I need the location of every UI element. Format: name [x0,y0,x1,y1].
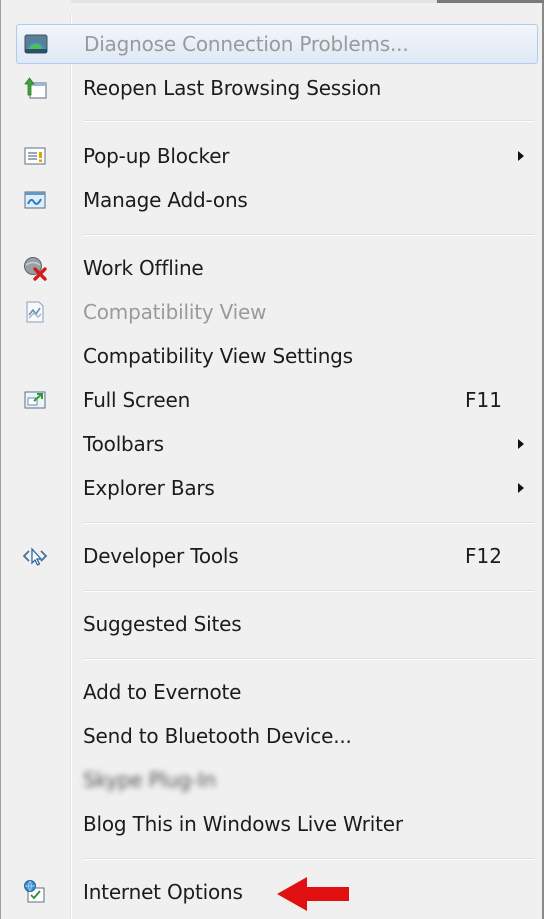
menu-item-label: Send to Bluetooth Device... [83,724,352,748]
menu-item-label: Compatibility View Settings [83,344,353,368]
manage-addons-icon [24,191,46,209]
menu-item-label: Reopen Last Browsing Session [83,76,382,100]
menu-item-diagnose-connection-problems[interactable]: Diagnose Connection Problems... [16,24,538,64]
menu-item-blog-this-in-windows-live-writer[interactable]: Blog This in Windows Live Writer [16,804,538,844]
menu-item-explorer-bars[interactable]: Explorer Bars [16,468,538,508]
menu-item-label: Explorer Bars [83,476,215,500]
menu-separator [83,234,534,236]
menu-item-manage-addons[interactable]: Manage Add-ons [16,180,538,220]
diagnose-connection-icon [24,34,48,54]
menu-item-label: Full Screen [83,388,191,412]
menu-item-label: Developer Tools [83,544,239,568]
popup-blocker-icon [24,147,46,165]
menu-top-edge-nub [437,0,544,3]
shortcut-text: F11 [465,388,502,412]
submenu-arrow-icon [518,439,524,449]
menu-item-label: Internet Options [83,880,243,904]
menu-item-label: Skype Plug-In [83,768,216,792]
developer-tools-icon [22,547,48,566]
menu-separator [83,120,534,122]
menu-item-blurred[interactable]: Skype Plug-In [16,760,538,800]
menu-item-suggested-sites[interactable]: Suggested Sites [16,604,538,644]
menu-item-toolbars[interactable]: Toolbars [16,424,538,464]
reopen-session-icon [24,77,47,99]
menu-separator [83,590,534,592]
menu-separator [83,858,534,860]
full-screen-icon [24,391,46,409]
menu-item-popup-blocker[interactable]: Pop-up Blocker [16,136,538,176]
menu-item-reopen-last-browsing-session[interactable]: Reopen Last Browsing Session [16,68,538,108]
menu-item-label: Blog This in Windows Live Writer [83,812,403,836]
menu-item-label: Diagnose Connection Problems... [84,32,409,56]
menu-item-send-to-bluetooth-device[interactable]: Send to Bluetooth Device... [16,716,538,756]
menu-item-label: Work Offline [83,256,204,280]
menu-item-compatibility-view[interactable]: Compatibility View [16,292,538,332]
menu-separator [83,658,534,660]
menu-item-label: Compatibility View [83,300,267,324]
submenu-arrow-icon [518,483,524,493]
menu-item-compatibility-view-settings[interactable]: Compatibility View Settings [16,336,538,376]
menu-item-label: Add to Evernote [83,680,242,704]
menu-item-full-screen[interactable]: Full Screen F11 [16,380,538,420]
internet-options-icon [24,880,45,903]
shortcut-text: F12 [465,544,502,568]
menu-item-work-offline[interactable]: Work Offline [16,248,538,288]
menu-item-add-to-evernote[interactable]: Add to Evernote [16,672,538,712]
menu-item-label: Toolbars [83,432,164,456]
submenu-arrow-icon [518,151,524,161]
menu-item-label: Pop-up Blocker [83,144,230,168]
menu-item-developer-tools[interactable]: Developer Tools F12 [16,536,538,576]
red-arrow-icon [277,877,349,911]
menu-item-label: Suggested Sites [83,612,242,636]
work-offline-icon [24,257,47,281]
menu-separator [83,522,534,524]
compatibility-view-icon [26,301,44,323]
menu-top-edge [1,0,544,3]
tools-menu: Diagnose Connection Problems... Reopen L… [0,0,544,919]
menu-item-label: Manage Add-ons [83,188,248,212]
